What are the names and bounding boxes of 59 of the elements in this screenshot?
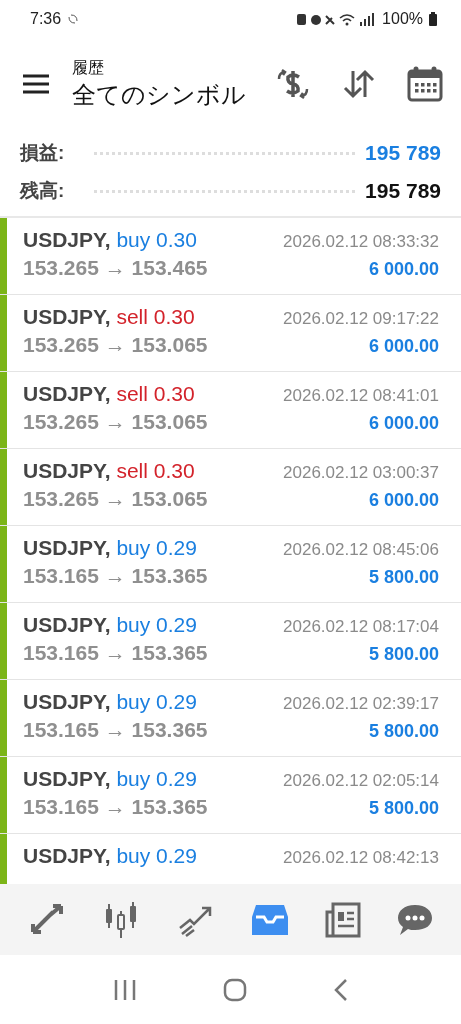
summary-label: 残高: bbox=[20, 179, 65, 203]
summary-value: 195 789 bbox=[365, 179, 441, 203]
deal-title: USDJPY, buy 0.29 bbox=[23, 690, 197, 714]
deal-profit: 6 000.00 bbox=[368, 490, 439, 511]
inbox-icon[interactable] bbox=[250, 902, 289, 937]
deal-row[interactable]: USDJPY, sell 0.30 2026.02.12 03:00:37 153.265 → 153.065 6 000.00 bbox=[0, 449, 461, 526]
deal-row[interactable]: USDJPY, buy 0.29 2026.02.12 08:17:04 153.165 → 153.365 5 800.00 bbox=[0, 603, 461, 680]
deal-title: USDJPY, sell 0.30 bbox=[23, 459, 195, 483]
deal-time: 2026.02.12 08:17:04 bbox=[283, 617, 439, 637]
deal-profit: 5 800.00 bbox=[368, 721, 439, 742]
screen-subtitle: 履歴 bbox=[72, 57, 105, 78]
summary-label: 損益: bbox=[20, 141, 65, 165]
deal-prices: 153.165 → 153.365 bbox=[23, 564, 208, 588]
battery-icon bbox=[429, 12, 437, 26]
newspaper-icon[interactable] bbox=[323, 901, 362, 938]
deal-title: USDJPY, sell 0.30 bbox=[23, 305, 195, 329]
deal-time: 2026.02.12 08:41:01 bbox=[283, 386, 439, 406]
deal-prices: 153.165 → 153.365 bbox=[23, 641, 208, 665]
deal-title: USDJPY, sell 0.30 bbox=[23, 382, 195, 406]
deal-profit: 5 800.00 bbox=[368, 798, 439, 819]
deal-title: USDJPY, buy 0.29 bbox=[23, 767, 197, 791]
deal-time: 2026.02.12 08:45:06 bbox=[283, 540, 439, 560]
deal-time: 2026.02.12 02:05:14 bbox=[283, 771, 439, 791]
deal-title: USDJPY, buy 0.29 bbox=[23, 613, 197, 637]
deal-profit: 5 800.00 bbox=[368, 567, 439, 588]
deal-title: USDJPY, buy 0.30 bbox=[23, 228, 197, 252]
deal-prices: 153.265 → 153.065 bbox=[23, 333, 208, 357]
deal-title: USDJPY, buy 0.29 bbox=[23, 844, 197, 868]
deal-row[interactable]: USDJPY, sell 0.30 2026.02.12 08:41:01 153.265 → 153.065 6 000.00 bbox=[0, 372, 461, 449]
deal-title: USDJPY, buy 0.29 bbox=[23, 536, 197, 560]
deal-profit: 6 000.00 bbox=[368, 259, 439, 280]
deal-profit: 6 000.00 bbox=[368, 413, 439, 434]
deal-prices: 153.265 → 153.465 bbox=[23, 256, 208, 280]
deal-row[interactable]: USDJPY, buy 0.29 2026.02.12 02:05:14 153.165 → 153.365 5 800.00 bbox=[0, 757, 461, 834]
deal-profit: 5 800.00 bbox=[368, 644, 439, 665]
home-button[interactable] bbox=[222, 977, 247, 1002]
deal-prices: 153.165 → 153.365 bbox=[23, 718, 208, 742]
deal-time: 2026.02.12 03:00:37 bbox=[283, 463, 439, 483]
chat-icon[interactable] bbox=[395, 902, 434, 937]
recent-apps-button[interactable] bbox=[113, 979, 136, 1000]
status-time: 7:36 bbox=[30, 10, 62, 28]
deal-time: 2026.02.12 02:39:17 bbox=[283, 694, 439, 714]
summary-value: 195 789 bbox=[365, 141, 441, 165]
screen-title[interactable]: 全てのシンボル bbox=[72, 78, 247, 111]
deal-row[interactable]: USDJPY, buy 0.29 2026.02.12 08:45:06 153.165 → 153.365 5 800.00 bbox=[0, 526, 461, 603]
deal-prices: 153.165 → 153.365 bbox=[23, 795, 208, 819]
deal-row[interactable]: USDJPY, buy 0.29 2026.02.12 02:39:17 153.165 → 153.365 5 800.00 bbox=[0, 680, 461, 757]
battery-percent: 100% bbox=[382, 10, 423, 28]
deal-profit: 6 000.00 bbox=[368, 336, 439, 357]
deal-time: 2026.02.12 09:17:22 bbox=[283, 309, 439, 329]
calendar-button[interactable] bbox=[405, 64, 445, 104]
deal-prices: 153.265 → 153.065 bbox=[23, 487, 208, 511]
deal-prices: 153.265 → 153.065 bbox=[23, 410, 208, 434]
deal-time: 2026.02.12 08:42:13 bbox=[283, 848, 439, 868]
deal-row[interactable]: USDJPY, buy 0.30 2026.02.12 08:33:32 153.265 → 153.465 6 000.00 bbox=[0, 218, 461, 295]
deal-row[interactable]: USDJPY, sell 0.30 2026.02.12 09:17:22 153.265 → 153.065 6 000.00 bbox=[0, 295, 461, 372]
menu-icon[interactable] bbox=[23, 74, 49, 94]
deal-time: 2026.02.12 08:33:32 bbox=[283, 232, 439, 252]
back-button[interactable] bbox=[333, 978, 348, 1001]
